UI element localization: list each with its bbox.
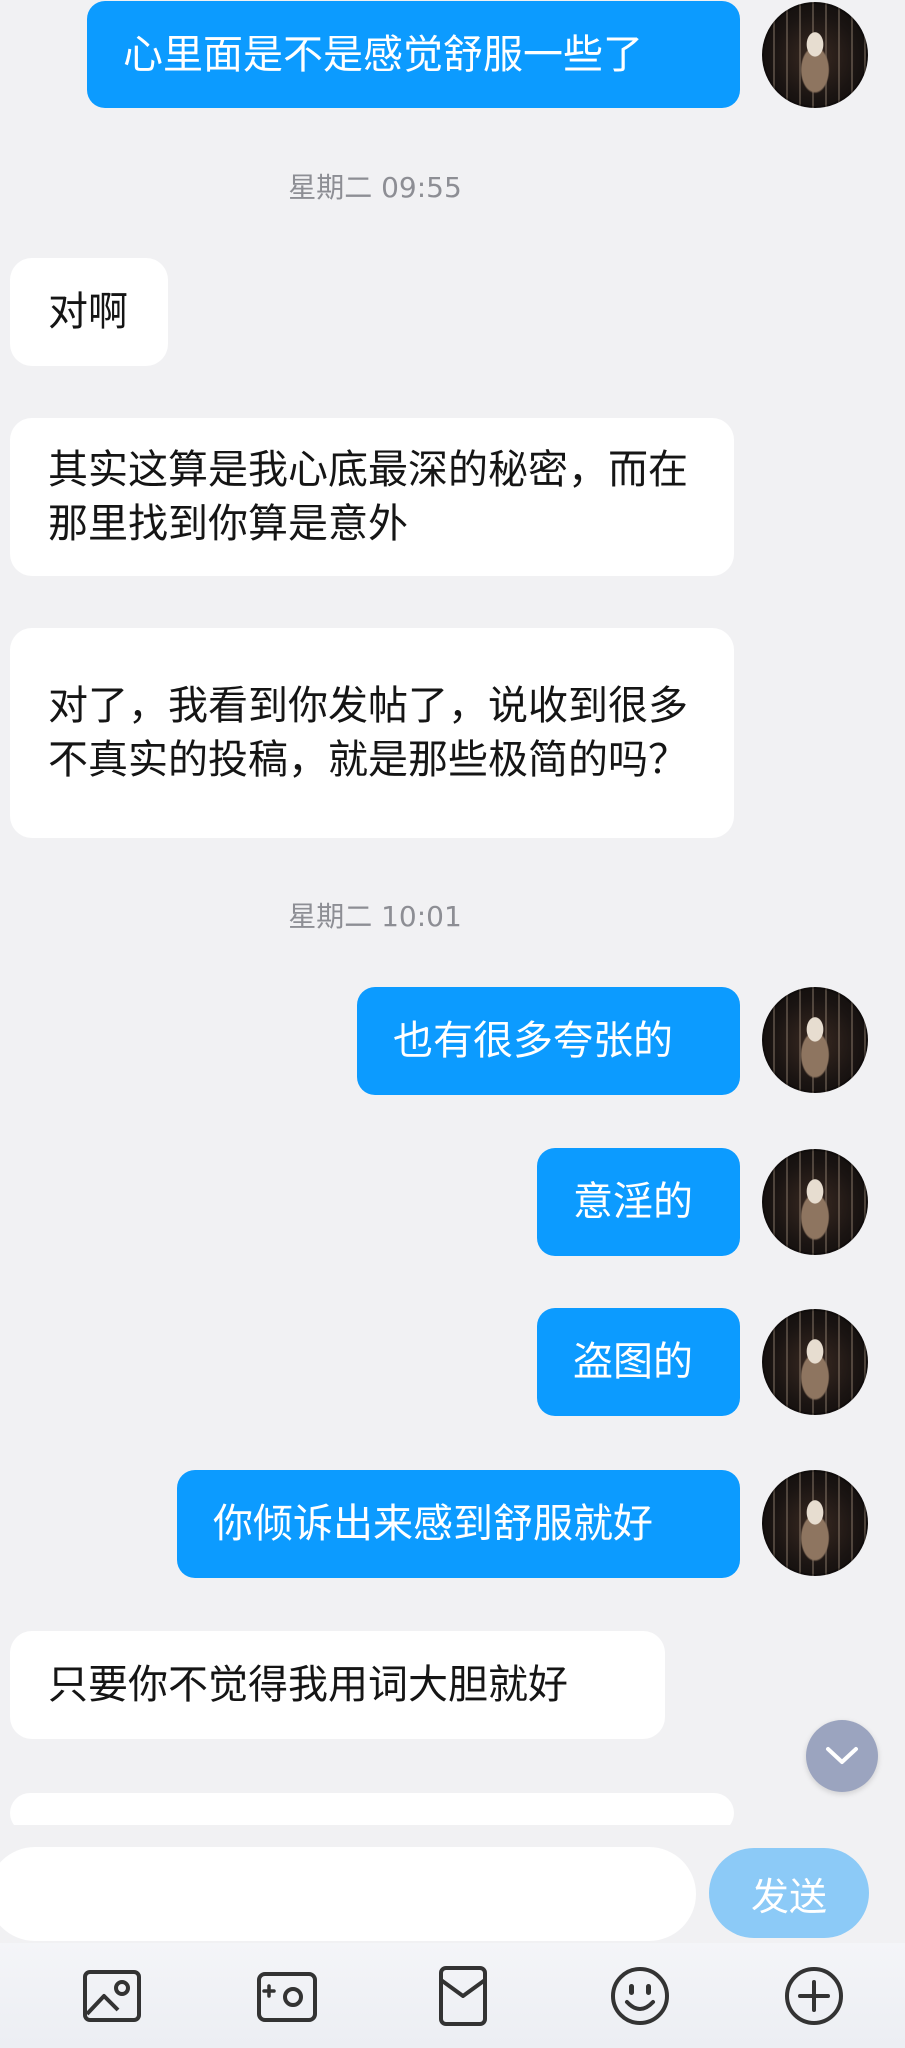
message-outgoing[interactable]: 你倾诉出来感到舒服就好 (177, 1470, 740, 1578)
message-text: 对了，我看到你发帖了，说收到很多不真实的投稿，就是那些极简的吗？ (48, 683, 688, 783)
plus-icon[interactable] (778, 1962, 850, 2030)
avatar[interactable] (762, 1149, 868, 1255)
avatar[interactable] (762, 987, 868, 1093)
message-incoming[interactable]: 其实这算是我心底最深的秘密，而在那里找到你算是意外 (10, 418, 734, 576)
message-text: 也有很多夸张的 (393, 1018, 673, 1064)
red-packet-icon[interactable] (427, 1962, 499, 2030)
message-text: 你倾诉出来感到舒服就好 (213, 1501, 653, 1547)
message-text: 其实这算是我心底最深的秘密，而在那里找到你算是意外 (48, 447, 688, 547)
message-outgoing[interactable]: 心里面是不是感觉舒服一些了 (87, 1, 740, 108)
scroll-to-bottom-button[interactable] (806, 1720, 878, 1792)
message-incoming-partial[interactable] (10, 1793, 734, 1825)
message-outgoing[interactable]: 意淫的 (537, 1148, 740, 1256)
message-text: 意淫的 (573, 1179, 693, 1225)
message-incoming[interactable]: 只要你不觉得我用词大胆就好 (10, 1631, 665, 1739)
emoji-icon[interactable] (604, 1962, 676, 2030)
chevron-down-icon (826, 1747, 858, 1764)
avatar[interactable] (762, 2, 868, 108)
timestamp: 星期二 09:55 (288, 171, 462, 204)
send-button[interactable]: 发送 (709, 1848, 869, 1938)
message-text: 只要你不觉得我用词大胆就好 (48, 1662, 568, 1708)
message-outgoing[interactable]: 也有很多夸张的 (357, 987, 740, 1095)
message-text: 盗图的 (573, 1339, 693, 1385)
chat-area[interactable]: 心里面是不是感觉舒服一些了 星期二 09:55 对啊 其实这算是我心底最深的秘密… (0, 0, 905, 1825)
image-icon[interactable] (76, 1962, 148, 2030)
camera-icon[interactable] (251, 1962, 323, 2030)
message-incoming[interactable]: 对啊 (10, 258, 168, 366)
message-text: 心里面是不是感觉舒服一些了 (123, 31, 643, 78)
message-outgoing[interactable]: 盗图的 (537, 1308, 740, 1416)
timestamp: 星期二 10:01 (288, 900, 462, 933)
avatar[interactable] (762, 1470, 868, 1576)
message-incoming[interactable]: 对了，我看到你发帖了，说收到很多不真实的投稿，就是那些极简的吗？ (10, 628, 734, 838)
message-text: 对啊 (48, 289, 128, 335)
message-input[interactable] (0, 1847, 696, 1941)
avatar[interactable] (762, 1309, 868, 1415)
